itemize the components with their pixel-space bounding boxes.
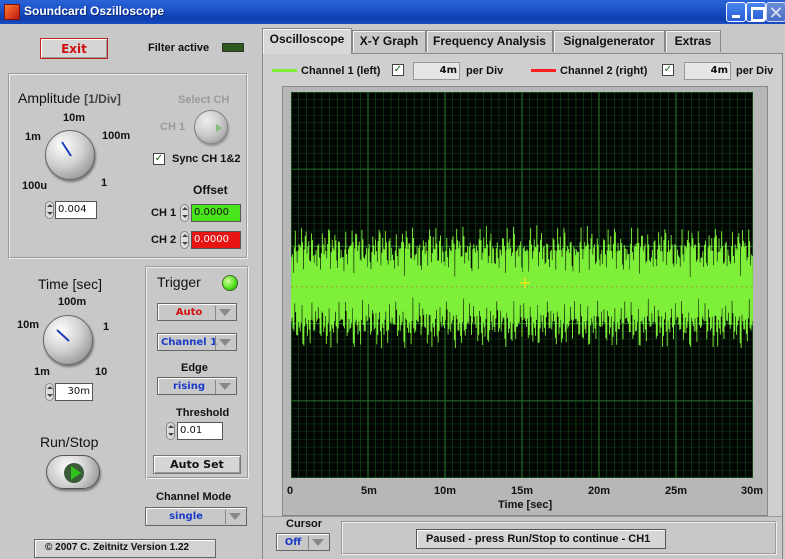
- x-tick-25m: 25m: [665, 485, 688, 497]
- amplitude-tick-1m: 1m: [25, 131, 41, 143]
- time-title: Time [sec]: [38, 276, 103, 292]
- channel-mode-label: Channel Mode: [156, 491, 232, 503]
- amplitude-knob-pointer: [61, 141, 72, 157]
- tab-frequency-analysis[interactable]: Frequency Analysis: [426, 30, 553, 52]
- ch2-per-div-label: per Div: [736, 65, 774, 77]
- run-stop-button[interactable]: [46, 455, 100, 489]
- status-text: Paused - press Run/Stop to continue - CH…: [426, 533, 651, 545]
- sync-ch-checkbox[interactable]: ✓: [153, 153, 165, 165]
- ch1-legend-line: [272, 69, 297, 72]
- trigger-led: [222, 275, 238, 291]
- time-knob-pointer: [56, 329, 70, 342]
- chevron-down-icon: [229, 513, 241, 520]
- ch2-visible-checkbox[interactable]: ✓: [662, 64, 674, 76]
- play-icon: [64, 463, 84, 483]
- select-ch-label: Select CH: [178, 94, 230, 106]
- chevron-down-icon: [219, 339, 231, 346]
- amplitude-tick-100m: 100m: [102, 130, 131, 142]
- tab-xy-graph[interactable]: X-Y Graph: [352, 30, 426, 52]
- offset-ch2-field[interactable]: 0.0000: [191, 231, 241, 249]
- chevron-down-icon: [219, 383, 231, 390]
- trigger-edge-select[interactable]: rising: [157, 377, 237, 395]
- amplitude-knob[interactable]: [45, 130, 95, 180]
- time-tick-100m: 100m: [58, 296, 87, 308]
- minimize-button[interactable]: [726, 2, 746, 22]
- time-spinner[interactable]: [45, 383, 54, 401]
- select-ch-switch[interactable]: [194, 110, 228, 144]
- offset-ch1-field[interactable]: 0.0000: [191, 204, 241, 222]
- maximize-button[interactable]: [746, 2, 766, 22]
- app-icon: [4, 4, 20, 20]
- amplitude-tick-1: 1: [101, 177, 108, 189]
- tab-extras[interactable]: Extras: [665, 30, 721, 52]
- trigger-title: Trigger: [157, 274, 201, 290]
- window-title: Soundcard Oszilloscope: [24, 4, 165, 18]
- x-tick-0: 0: [287, 485, 294, 497]
- amplitude-title: Amplitude [1/Div]: [18, 90, 121, 106]
- cursor-value: Off: [284, 537, 302, 548]
- chevron-down-icon: [219, 309, 231, 316]
- ch2-per-div-field[interactable]: 4m: [684, 62, 731, 80]
- cursor-select[interactable]: Off: [276, 533, 330, 551]
- run-stop-label: Run/Stop: [40, 434, 99, 450]
- threshold-spinner[interactable]: [166, 422, 175, 440]
- trigger-mode-select[interactable]: Auto: [157, 303, 237, 321]
- ch2-legend-label: Channel 2 (right): [560, 65, 648, 77]
- threshold-field[interactable]: 0.01: [177, 422, 223, 440]
- select-ch-pointer: [216, 124, 222, 132]
- time-tick-1: 1: [103, 321, 110, 333]
- chevron-down-icon: [312, 539, 324, 546]
- offset-ch2-spinner[interactable]: [180, 231, 189, 249]
- filter-active-label: Filter active: [148, 42, 210, 54]
- trigger-threshold-label: Threshold: [176, 407, 230, 419]
- tab-oscilloscope[interactable]: Oscilloscope: [262, 28, 352, 54]
- channel-mode-value: single: [169, 511, 203, 522]
- amplitude-spinner[interactable]: [45, 201, 54, 219]
- select-ch-ch1-label: CH 1: [160, 121, 186, 133]
- time-value-field[interactable]: 30m: [55, 383, 93, 401]
- offset-ch2-label: CH 2: [151, 234, 177, 246]
- amplitude-tick-10m: 10m: [63, 112, 86, 124]
- ch1-per-div-label: per Div: [466, 65, 504, 77]
- x-tick-30m: 30m: [741, 485, 764, 497]
- auto-set-button[interactable]: Auto Set: [153, 455, 241, 474]
- close-button[interactable]: [766, 2, 785, 22]
- ch2-legend-line: [531, 69, 556, 72]
- trigger-channel-value: Channel 1: [160, 337, 218, 348]
- cursor-label: Cursor: [286, 518, 323, 530]
- filter-active-led: [222, 43, 244, 52]
- ch1-visible-checkbox[interactable]: ✓: [392, 64, 404, 76]
- amplitude-value-field[interactable]: 0.004: [55, 201, 97, 219]
- x-axis-label: Time [sec]: [498, 499, 553, 511]
- x-tick-15m: 15m: [511, 485, 534, 497]
- x-tick-10m: 10m: [434, 485, 457, 497]
- time-tick-1m: 1m: [34, 366, 50, 378]
- offset-ch1-spinner[interactable]: [180, 204, 189, 222]
- trigger-channel-select[interactable]: Channel 1: [157, 333, 237, 351]
- time-tick-10: 10: [95, 366, 108, 378]
- tab-signalgenerator[interactable]: Signalgenerator: [553, 30, 665, 52]
- amplitude-tick-100u: 100u: [22, 180, 48, 192]
- trigger-edge-value: rising: [172, 381, 206, 392]
- copyright-text: © 2007 C. Zeitnitz Version 1.22: [45, 542, 190, 553]
- trigger-mode-value: Auto: [175, 307, 203, 318]
- oscilloscope-plot[interactable]: [291, 92, 753, 478]
- offset-ch1-label: CH 1: [151, 207, 177, 219]
- ch1-per-div-field[interactable]: 4m: [413, 62, 460, 80]
- offset-label: Offset: [193, 183, 228, 197]
- ch1-legend-label: Channel 1 (left): [301, 65, 381, 77]
- exit-button[interactable]: Exit: [40, 38, 108, 59]
- channel-mode-select[interactable]: single: [145, 507, 247, 526]
- time-tick-10m: 10m: [17, 319, 40, 331]
- x-tick-20m: 20m: [588, 485, 611, 497]
- sync-ch-label: Sync CH 1&2: [172, 153, 241, 165]
- time-knob[interactable]: [43, 315, 93, 365]
- title-bar: Soundcard Oszilloscope: [0, 0, 785, 24]
- trigger-edge-label: Edge: [181, 362, 208, 374]
- x-tick-5m: 5m: [361, 485, 377, 497]
